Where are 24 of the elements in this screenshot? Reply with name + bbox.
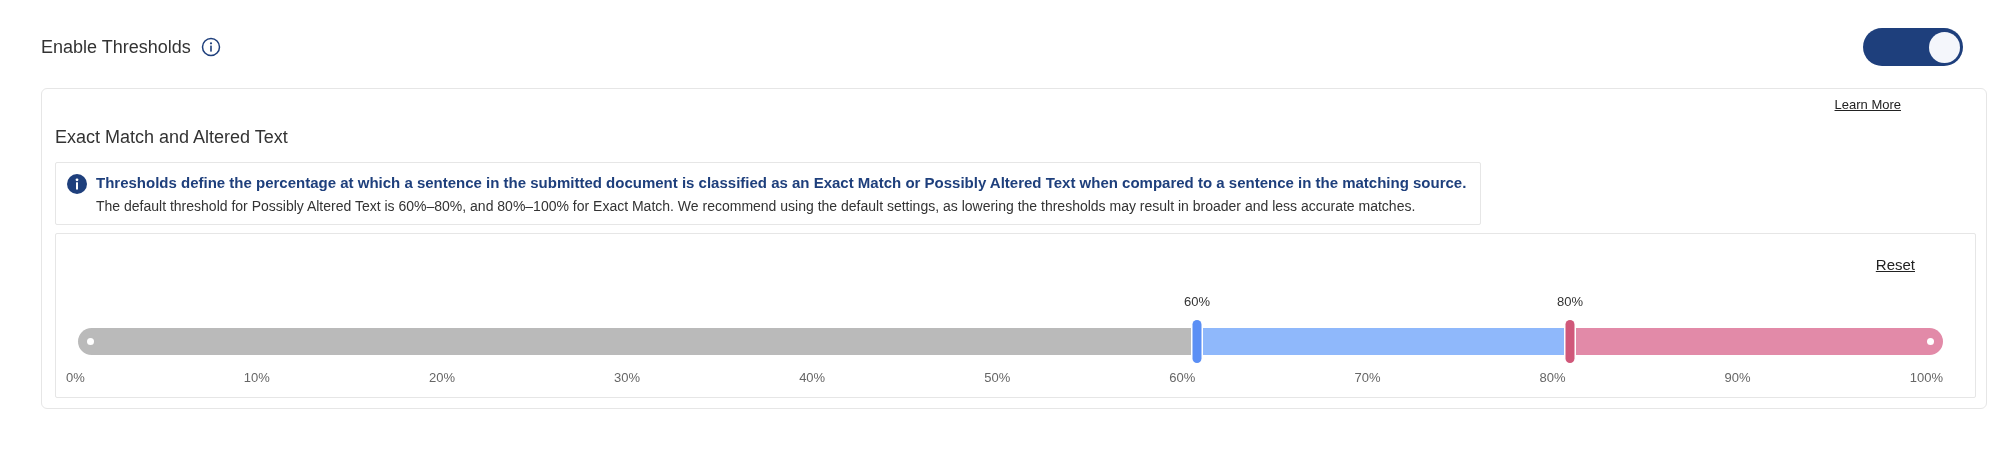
info-heading: Thresholds define the percentage at which a sentence in the submitted document is classified as an Exact Match or Possibly Altered Text when compared to a sentence in the matching source. <box>96 173 1467 193</box>
slider-handle[interactable] <box>1192 320 1202 363</box>
tick-label: 80% <box>1539 370 1566 385</box>
info-icon[interactable] <box>200 37 221 57</box>
tick-label: 50% <box>984 370 1011 385</box>
tick-label: 90% <box>1724 370 1751 385</box>
tick-label: 0% <box>66 370 85 385</box>
info-text: The default threshold for Possibly Altered Text is 60%–80%, and 80%–100% for Exact Match. We recommend using the default settings, as lowering the thresholds may result in broader and less accurate matches. <box>96 197 1417 216</box>
tick-label: 40% <box>799 370 826 385</box>
tick-label: 60% <box>1169 370 1196 385</box>
slider-handle[interactable] <box>1565 320 1575 363</box>
learn-more-link[interactable]: Learn More <box>1834 97 1901 119</box>
thumb-value: 80% <box>1557 294 1583 309</box>
tick-label: 20% <box>428 370 455 385</box>
toggle-switch[interactable] <box>1863 28 1963 66</box>
tick-label: 100% <box>1909 370 1943 385</box>
tick-label: 70% <box>1354 370 1381 385</box>
thumb-value: 60% <box>1184 294 1210 309</box>
info-icon <box>67 174 87 194</box>
section-title: Enable Thresholds <box>41 36 191 58</box>
tick-label: 10% <box>243 370 270 385</box>
card-title: Exact Match and Altered Text <box>55 127 289 148</box>
reset-link[interactable]: Reset <box>1875 256 1915 276</box>
tick-label: 30% <box>614 370 641 385</box>
